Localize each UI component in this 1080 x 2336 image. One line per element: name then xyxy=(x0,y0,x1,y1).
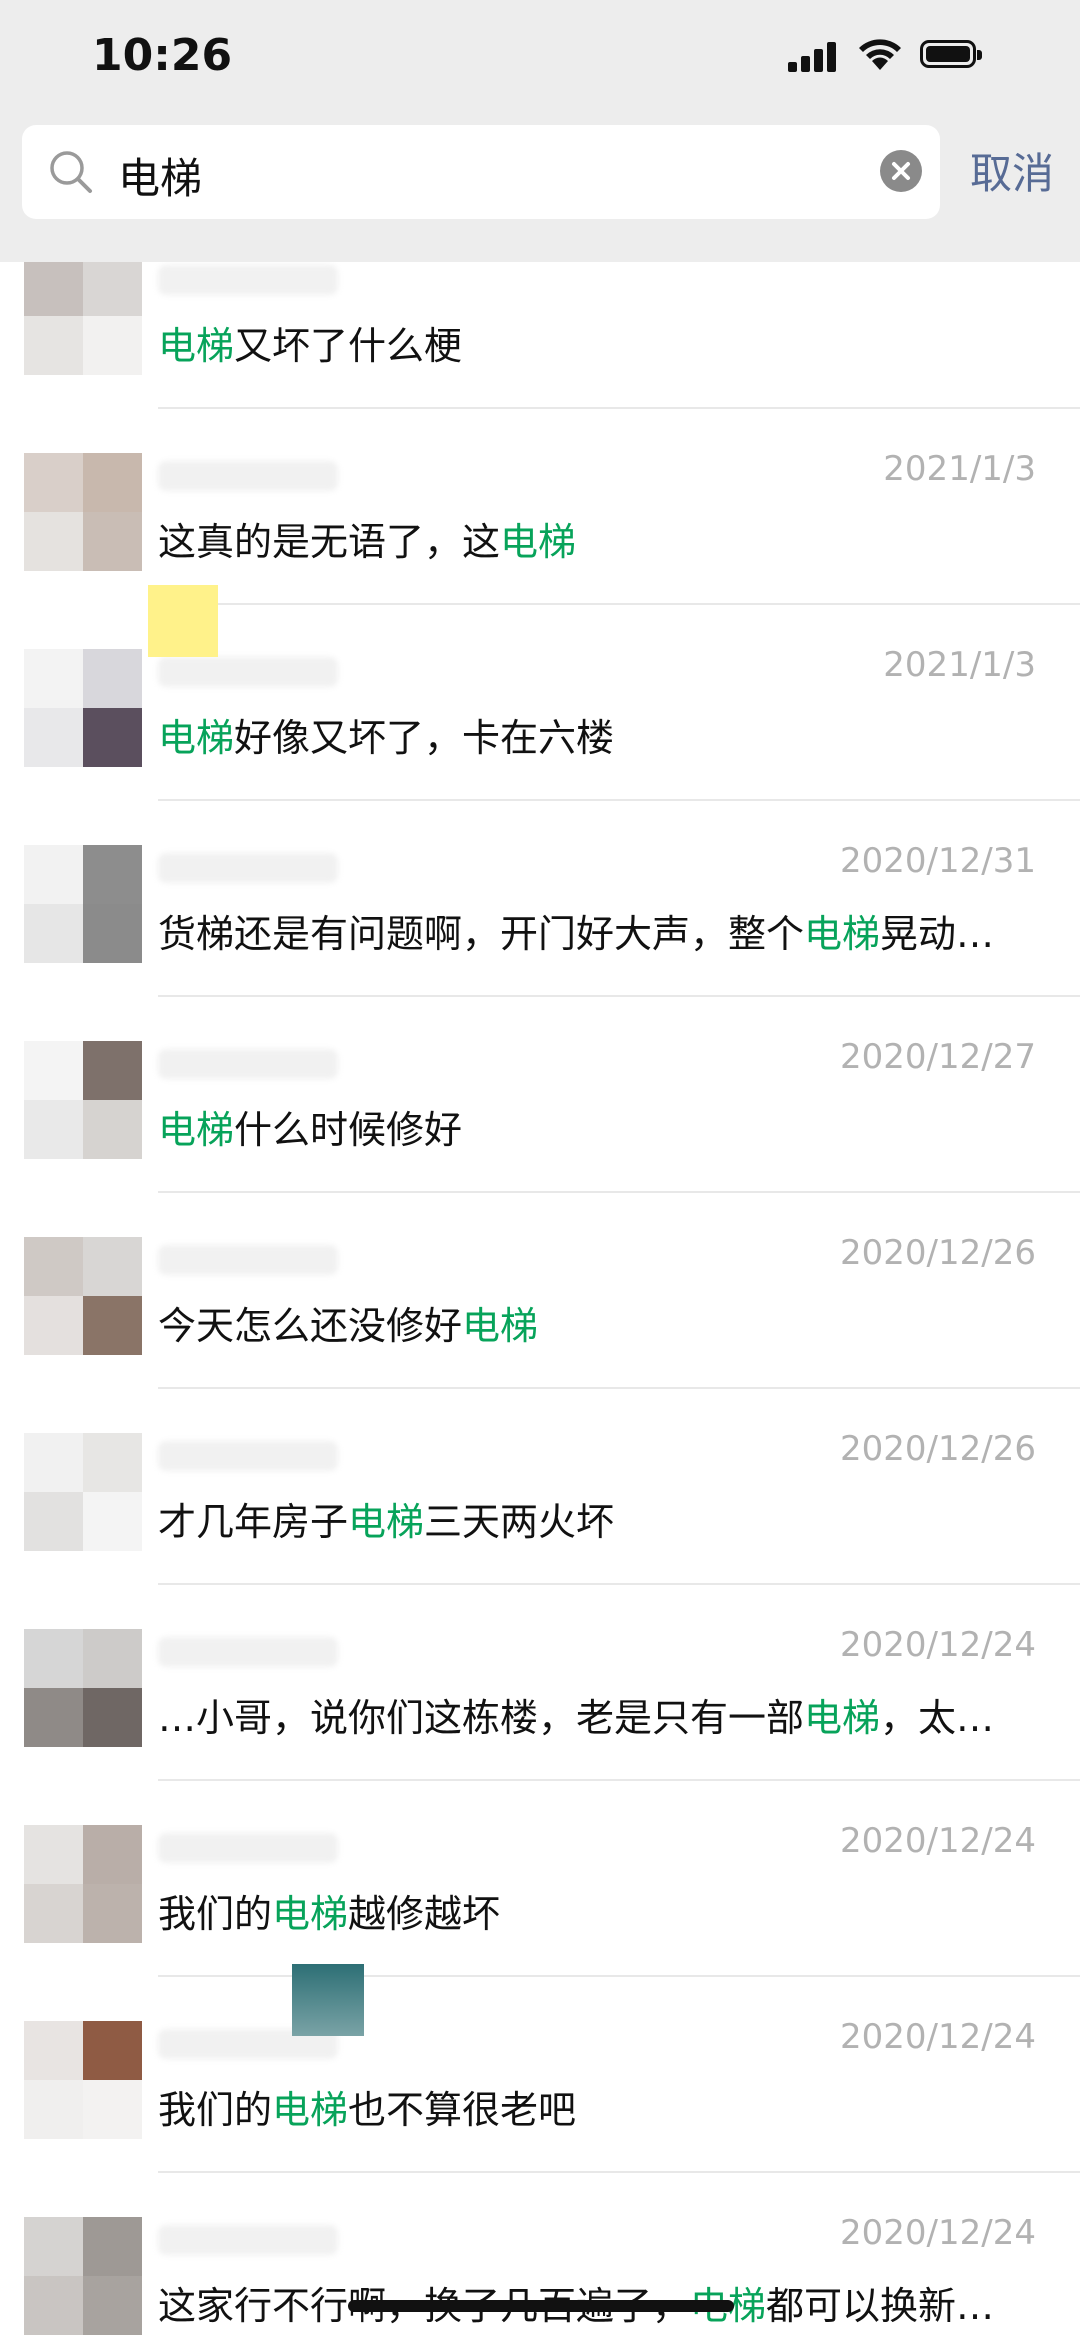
name-emoji-image xyxy=(148,585,218,657)
avatar xyxy=(24,2021,142,2139)
blurred-contact-name xyxy=(158,657,338,687)
message-snippet: 电梯好像又坏了，卡在六楼 xyxy=(158,707,1038,762)
keyword-highlight: 电梯 xyxy=(158,1108,235,1152)
name-emoji-image xyxy=(292,1964,364,2036)
message-snippet: 我们的电梯也不算很老吧 xyxy=(158,2079,1038,2134)
message-snippet: 电梯什么时候修好 xyxy=(158,1099,1038,1154)
snippet-text: 货梯还是有问题啊，开门好大声，整个 xyxy=(158,912,805,956)
snippet-text: 我们的 xyxy=(158,1892,273,1936)
search-input[interactable]: 电梯 xyxy=(22,125,940,219)
snippet-text: 又坏了什么梗 xyxy=(234,324,463,368)
avatar xyxy=(24,2217,142,2335)
blurred-contact-name xyxy=(158,2225,338,2255)
keyword-highlight: 电梯 xyxy=(158,324,235,368)
blurred-contact-name xyxy=(158,1637,338,1667)
list-item[interactable]: 2020/12/26 今天怎么还没修好电梯 xyxy=(0,1193,1080,1389)
search-results-page: 电梯又坏了什么梗 2021/1/3 这真的是无语了，这电梯 2021/1/3 电梯好… xyxy=(0,0,1080,2336)
snippet-text: 我们的 xyxy=(158,2088,273,2132)
keyword-highlight: 电梯 xyxy=(272,2088,349,2132)
message-date: 2020/12/31 xyxy=(840,841,1036,881)
keyword-highlight: 电梯 xyxy=(272,1892,349,1936)
status-time: 10:26 xyxy=(92,30,233,81)
avatar xyxy=(24,649,142,767)
blurred-contact-name xyxy=(158,265,338,295)
list-item[interactable]: 2020/12/26 才几年房子电梯三天两火坏 xyxy=(0,1389,1080,1585)
clear-icon[interactable] xyxy=(880,150,922,192)
avatar xyxy=(24,1825,142,1943)
list-item[interactable]: 2020/12/24 我们的电梯也不算很老吧 xyxy=(0,1977,1080,2173)
message-date: 2020/12/24 xyxy=(840,2017,1036,2057)
cancel-button[interactable]: 取消 xyxy=(970,140,1054,201)
message-date: 2021/1/3 xyxy=(883,449,1036,489)
search-icon xyxy=(50,151,92,193)
avatar xyxy=(24,1237,142,1355)
list-item[interactable]: 2020/12/24 我们的电梯越修越坏 xyxy=(0,1781,1080,1977)
keyword-highlight: 电梯 xyxy=(804,1696,881,1740)
snippet-text: …小哥，说你们这栋楼，老是只有一部 xyxy=(158,1696,805,1740)
blurred-contact-name xyxy=(158,1833,338,1863)
message-date: 2020/12/24 xyxy=(840,2213,1036,2253)
snippet-text: 这真的是无语了，这 xyxy=(158,520,501,564)
message-date: 2020/12/24 xyxy=(840,1821,1036,1861)
battery-icon xyxy=(920,40,982,68)
list-item[interactable]: 2020/12/31 货梯还是有问题啊，开门好大声，整个电梯晃动… xyxy=(0,801,1080,997)
message-date: 2020/12/26 xyxy=(840,1429,1036,1469)
message-snippet: 今天怎么还没修好电梯 xyxy=(158,1295,1038,1350)
snippet-text: 越修越坏 xyxy=(348,1892,501,1936)
list-item[interactable]: 2020/12/27 电梯什么时候修好 xyxy=(0,997,1080,1193)
snippet-text: 都可以换新… xyxy=(766,2284,995,2328)
message-date: 2020/12/26 xyxy=(840,1233,1036,1273)
snippet-text: 什么时候修好 xyxy=(234,1108,463,1152)
status-icons xyxy=(788,38,1028,78)
signal-icon xyxy=(788,42,836,72)
avatar xyxy=(24,845,142,963)
keyword-highlight: 电梯 xyxy=(804,912,881,956)
message-snippet: 我们的电梯越修越坏 xyxy=(158,1883,1038,1938)
message-snippet: 电梯又坏了什么梗 xyxy=(158,315,1038,370)
snippet-text: 晃动… xyxy=(880,912,995,956)
message-date: 2020/12/27 xyxy=(840,1037,1036,1077)
blurred-contact-name xyxy=(158,853,338,883)
message-date: 2020/12/24 xyxy=(840,1625,1036,1665)
blurred-contact-name xyxy=(158,1245,338,1275)
wifi-icon xyxy=(859,39,901,70)
blurred-contact-name xyxy=(158,1049,338,1079)
search-results-list[interactable]: 电梯又坏了什么梗 2021/1/3 这真的是无语了，这电梯 2021/1/3 电梯好… xyxy=(0,0,1080,2336)
keyword-highlight: 电梯 xyxy=(348,1500,425,1544)
message-snippet: 货梯还是有问题啊，开门好大声，整个电梯晃动… xyxy=(158,903,1038,958)
avatar xyxy=(24,1433,142,1551)
snippet-text: 才几年房子 xyxy=(158,1500,349,1544)
home-indicator xyxy=(348,2300,734,2312)
keyword-highlight: 电梯 xyxy=(500,520,577,564)
list-item[interactable]: 2021/1/3 这真的是无语了，这电梯 xyxy=(0,409,1080,605)
keyword-highlight: 电梯 xyxy=(158,716,235,760)
blurred-contact-name xyxy=(158,1441,338,1471)
search-header: 10:26 电梯 取消 xyxy=(0,0,1080,262)
search-query[interactable]: 电梯 xyxy=(118,145,202,206)
avatar xyxy=(24,453,142,571)
avatar xyxy=(24,1041,142,1159)
message-snippet: …小哥，说你们这栋楼，老是只有一部电梯，太… xyxy=(158,1687,1038,1742)
message-date: 2021/1/3 xyxy=(883,645,1036,685)
snippet-text: 三天两火坏 xyxy=(424,1500,615,1544)
avatar xyxy=(24,1629,142,1747)
snippet-text: 也不算很老吧 xyxy=(348,2088,577,2132)
snippet-text: 好像又坏了，卡在六楼 xyxy=(234,716,615,760)
keyword-highlight: 电梯 xyxy=(462,1304,539,1348)
blurred-contact-name xyxy=(158,461,338,491)
avatar xyxy=(24,257,142,375)
snippet-text: 今天怎么还没修好 xyxy=(158,1304,463,1348)
list-item[interactable]: 2020/12/24 …小哥，说你们这栋楼，老是只有一部电梯，太… xyxy=(0,1585,1080,1781)
message-snippet: 这真的是无语了，这电梯 xyxy=(158,511,1038,566)
snippet-text: ，太… xyxy=(880,1696,995,1740)
message-snippet: 才几年房子电梯三天两火坏 xyxy=(158,1491,1038,1546)
